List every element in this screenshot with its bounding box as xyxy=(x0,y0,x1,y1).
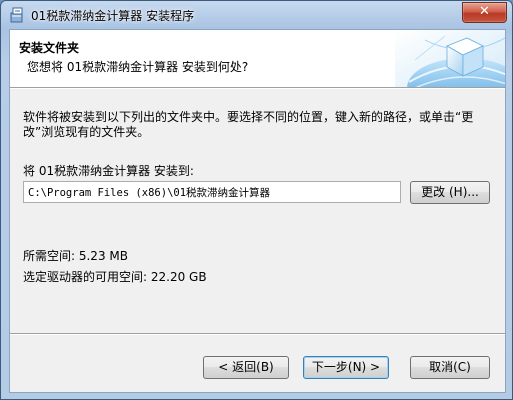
page-title: 安装文件夹 xyxy=(19,41,80,55)
header-divider xyxy=(10,88,505,89)
change-folder-button[interactable]: 更改 (H)... xyxy=(410,181,490,204)
title-bar[interactable]: 01税款滞纳金计算器 安装程序 ✕ xyxy=(1,1,512,28)
install-path-input[interactable] xyxy=(23,181,401,203)
close-icon: ✕ xyxy=(479,4,490,19)
cancel-button[interactable]: 取消(C) xyxy=(410,356,490,379)
space-available-text: 选定驱动器的可用空间: 22.20 GB xyxy=(23,270,207,284)
globe-cube-icon xyxy=(395,30,505,87)
back-button[interactable]: < 返回(B) xyxy=(203,356,289,379)
dialog-body: 安装文件夹 您想将 01税款滞纳金计算器 安装到何处? 软件将被安装到以下列出的… xyxy=(9,29,506,393)
installer-box-icon xyxy=(10,7,23,23)
instructions-text: 软件将被安装到以下列出的文件夹中。要选择不同的位置，键入新的路径，或单击“更改”… xyxy=(23,110,474,139)
install-folder-label: 将 01税款滞纳金计算器 安装到: xyxy=(23,164,194,178)
space-required-text: 所需空间: 5.23 MB xyxy=(23,249,128,263)
installer-window: 01税款滞纳金计算器 安装程序 ✕ 安装文件夹 您想将 01税款滞纳金计算器 安… xyxy=(0,0,513,400)
close-button[interactable]: ✕ xyxy=(462,2,507,23)
window-title: 01税款滞纳金计算器 安装程序 xyxy=(31,9,195,23)
next-button[interactable]: 下一步(N) > xyxy=(303,356,389,379)
footer-divider-highlight xyxy=(10,334,505,335)
wizard-header: 安装文件夹 您想将 01税款滞纳金计算器 安装到何处? xyxy=(10,30,505,88)
page-subtitle: 您想将 01税款滞纳金计算器 安装到何处? xyxy=(27,60,249,74)
